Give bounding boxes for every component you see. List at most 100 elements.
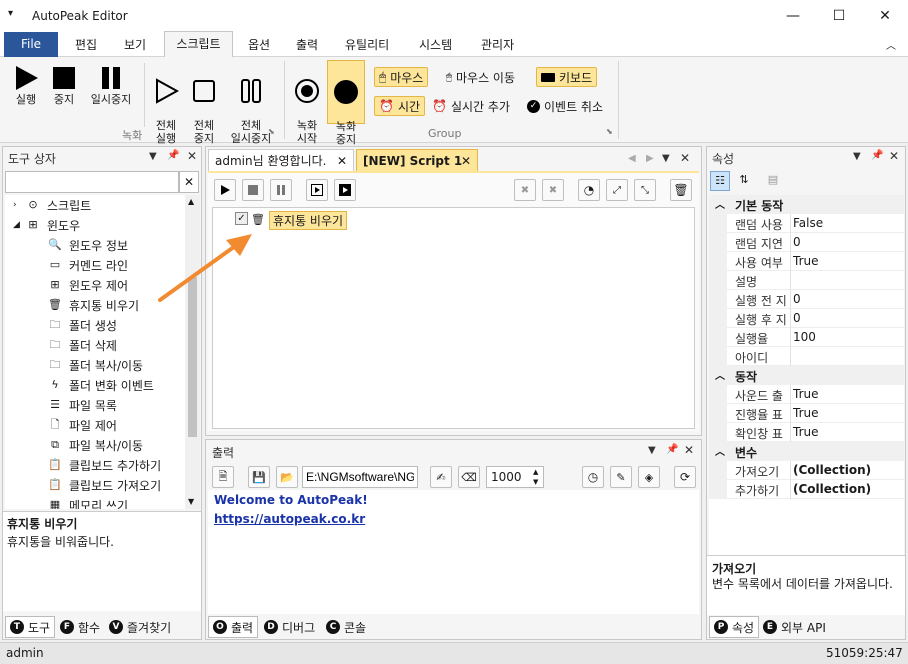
tab-welcome[interactable]: admin님 환영합니다. ✕ [208,149,354,171]
toolbox-item[interactable]: ⧉ 파일 복사/이동 [5,435,143,455]
toolbox-dropdown-icon[interactable]: ▼ [149,151,157,162]
cancel-event-button[interactable]: ✓ 이벤트 취소 [527,96,603,116]
mouse-toggle[interactable]: 🖱 마우스 [374,67,429,87]
editor-pause-button[interactable] [270,179,292,201]
editor-timer-button[interactable]: ◔ [578,179,600,201]
property-row[interactable]: 설명 [709,271,904,290]
record-start-button[interactable]: 녹화 시작 [289,65,325,145]
doc-close-icon[interactable]: ✕ [680,151,690,165]
toolbox-item[interactable]: 🗋 파일 제어 [5,415,117,435]
editor-collapse-button[interactable]: ⤡ [634,179,656,201]
keyboard-toggle[interactable]: 키보드 [536,67,598,87]
output-path-input[interactable] [302,466,418,488]
property-value[interactable]: 100 [793,330,816,344]
property-row[interactable]: 사운드 출 True [709,385,904,404]
toolbox-item[interactable]: 🗀 폴더 생성 [5,315,117,335]
property-category[interactable]: ︿ 기본 동작 [709,195,904,214]
property-value[interactable]: True [793,425,819,439]
menu-utility[interactable]: 유틸리티 [345,36,389,53]
file-tab[interactable]: File [4,32,58,57]
add-realtime-button[interactable]: ⏰ 실시간 추가 [432,96,510,116]
node-checkbox[interactable]: ✓ [235,212,248,225]
toolbox-item[interactable]: ⊞ 윈도우 제어 [5,275,128,295]
toolbox-item[interactable]: 🗀 폴더 복사/이동 [5,355,144,375]
run-all-button[interactable]: 전체 실행 [148,65,184,145]
toolbox-item[interactable]: 🗀 폴더 삭제 [5,335,117,355]
menu-script[interactable]: 스크립트 [164,31,233,58]
output-save-button[interactable]: 💾 [248,466,270,488]
property-value[interactable]: True [793,387,819,401]
output-fill-button[interactable]: ◈ [638,466,660,488]
scroll-up-icon[interactable]: ▲ [188,197,194,206]
toolbox-search-clear-button[interactable]: ✕ [179,171,199,193]
editor-delete-button[interactable]: 🗑 [670,179,692,201]
menu-output[interactable]: 출력 [296,36,318,53]
tab-welcome-close-icon[interactable]: ✕ [337,154,347,168]
close-button[interactable]: ✕ [862,0,908,32]
output-new-button[interactable]: 🗎 [212,466,234,488]
property-row[interactable]: 랜덤 사용 False [709,214,904,233]
property-row[interactable]: 실행 전 지 0 [709,290,904,309]
output-close-icon[interactable]: ✕ [684,443,694,457]
tab-debug[interactable]: D 디버그 [260,616,319,638]
run-button[interactable]: 실행 [8,65,44,106]
tab-tools[interactable]: T 도구 [5,616,56,638]
property-pages-button[interactable]: ▤ [763,171,783,191]
property-row[interactable]: 아이디 [709,347,904,366]
property-value[interactable]: 0 [793,235,801,249]
toolbox-item[interactable]: 🔍 윈도우 정보 [5,235,128,255]
output-open-button[interactable]: 📂 [276,466,298,488]
property-value[interactable]: 0 [793,311,801,325]
property-row[interactable]: 추가하기 (Collection) [709,480,904,499]
category-collapse-icon[interactable]: ︿ [715,443,725,458]
mouse-move-toggle[interactable]: 🖱 마우스 이동 [446,67,515,87]
tab-external-api[interactable]: E 외부 API [759,616,830,638]
toolbox-item[interactable]: › ⊙ 스크립트 [5,195,91,215]
toolbox-pin-icon[interactable]: 📌 [167,150,179,161]
minimize-button[interactable]: — [770,0,816,32]
spin-up-icon[interactable]: ▲ [533,468,538,476]
property-row[interactable]: 확인창 표 True [709,423,904,442]
group2-expand-icon[interactable]: ⬊ [606,127,613,136]
property-row[interactable]: 사용 여부 True [709,252,904,271]
property-category[interactable]: ︿ 변수 [709,442,904,461]
system-menu-icon[interactable]: ▾ [8,8,13,19]
props-close-icon[interactable]: ✕ [889,149,899,163]
tab-favorites[interactable]: V 즐겨찾기 [105,616,175,638]
collapse-ribbon-icon[interactable]: ︿ [886,37,896,52]
property-value[interactable]: (Collection) [793,463,871,477]
property-value[interactable]: True [793,406,819,420]
toolbox-close-icon[interactable]: ✕ [187,149,197,163]
toolbox-item[interactable]: ϟ 폴더 변화 이벤트 [5,375,154,395]
category-collapse-icon[interactable]: ︿ [715,367,725,382]
toolbox-item[interactable]: ▭ 커멘드 라인 [5,255,128,275]
tab-list-icon[interactable]: ▼ [662,153,670,164]
output-clock-button[interactable]: ◷ [582,466,604,488]
editor-run-button[interactable] [214,179,236,201]
group-expand-icon[interactable]: ⬊ [268,127,275,136]
menu-edit[interactable]: 편집 [75,36,97,53]
editor-step-button[interactable] [306,179,328,201]
menu-view[interactable]: 보기 [124,36,146,53]
maximize-button[interactable]: ☐ [816,0,862,32]
property-row[interactable]: 진행율 표 True [709,404,904,423]
menu-options[interactable]: 옵션 [248,36,270,53]
record-stop-button[interactable]: 녹화 중지 [327,60,365,146]
property-value[interactable]: 0 [793,292,801,306]
spin-down-icon[interactable]: ▼ [533,478,538,486]
output-pin-icon[interactable]: 📌 [666,444,678,455]
property-value[interactable]: False [793,216,823,230]
editor-disabled-button-1[interactable]: ✖ [514,179,536,201]
editor-step-next-button[interactable] [334,179,356,201]
output-erase-button[interactable]: ⌫ [458,466,480,488]
editor-stop-button[interactable] [242,179,264,201]
tab-console[interactable]: C 콘솔 [322,616,370,638]
tab-script1-close-icon[interactable]: ✕ [461,154,471,168]
props-dropdown-icon[interactable]: ▼ [853,151,861,162]
categorized-view-button[interactable]: ☷ [710,171,730,191]
toolbox-item[interactable]: ☰ 파일 목록 [5,395,117,415]
toolbox-search-input[interactable] [5,171,179,193]
pause-button[interactable]: 일시중지 [86,65,136,106]
menu-system[interactable]: 시스템 [419,36,452,53]
tab-properties[interactable]: P 속성 [709,616,760,638]
